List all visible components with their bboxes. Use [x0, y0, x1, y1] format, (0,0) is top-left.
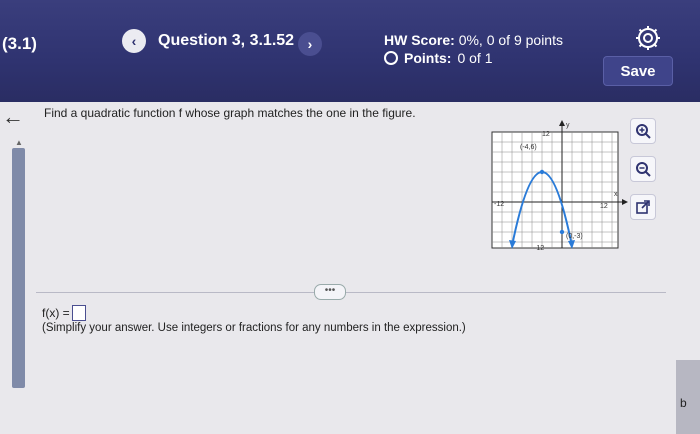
point-label-bottom: (0,-3) [566, 233, 583, 240]
answer-hint: (Simplify your answer. Use integers or f… [42, 322, 466, 334]
tick-y-top: 12 [542, 131, 550, 138]
scrollbar[interactable]: ▲ [12, 138, 25, 388]
hw-score-value: 0%, 0 of 9 points [458, 32, 563, 48]
parabola-graph: y x 12 -12 12 -12 (-4,6) (0,-3) [491, 120, 628, 252]
back-arrow-icon[interactable]: ← [2, 104, 24, 130]
divider [36, 292, 666, 293]
save-button[interactable]: Save [603, 56, 673, 86]
zoom-in-icon [636, 124, 651, 139]
points-value: 0 of 1 [457, 50, 493, 66]
zoom-out-icon [636, 162, 651, 177]
answer-input[interactable] [71, 305, 86, 321]
vertex-point [539, 169, 545, 175]
scroll-up-icon[interactable]: ▲ [15, 138, 23, 147]
answer-row: f(x) = [42, 305, 86, 321]
point-label-top: (-4,6) [520, 144, 537, 151]
y-axis-label: y [566, 122, 570, 129]
figure-tools [630, 118, 670, 232]
hw-score: HW Score: 0%, 0 of 9 points [384, 32, 563, 48]
chevron-right-icon: › [307, 36, 313, 52]
points-status: Points: 0 of 1 [384, 50, 492, 66]
zoom-out-button[interactable] [630, 156, 656, 182]
x-axis-label: x [614, 191, 618, 198]
more-button[interactable]: ••• [314, 284, 346, 300]
external-link-icon [636, 200, 650, 214]
gear-icon[interactable] [634, 24, 662, 52]
next-question-button[interactable]: › [298, 32, 322, 56]
question-title: Question 3, 3.1.52 [158, 32, 295, 49]
circle-icon [384, 51, 398, 65]
header-bar: (3.1) ‹ Question 3, 3.1.52 › HW Score: 0… [0, 0, 700, 102]
previous-question-button[interactable]: ‹ [122, 29, 146, 53]
hw-score-label: HW Score: [384, 32, 455, 48]
tick-y-bottom: -12 [534, 245, 544, 252]
open-external-button[interactable] [630, 194, 656, 220]
question-prompt: Find a quadratic function f whose graph … [44, 106, 416, 120]
side-panel-edge: b [676, 360, 700, 434]
chevron-left-icon: ‹ [131, 33, 137, 49]
answer-prefix: f(x) = [42, 306, 70, 320]
intercept-point [559, 229, 565, 235]
tick-x-right: 12 [600, 203, 608, 210]
edge-label: b [680, 396, 687, 410]
section-label: (3.1) [2, 34, 37, 53]
tick-x-left: -12 [494, 201, 504, 208]
zoom-in-button[interactable] [630, 118, 656, 144]
points-label: Points: [404, 50, 452, 66]
